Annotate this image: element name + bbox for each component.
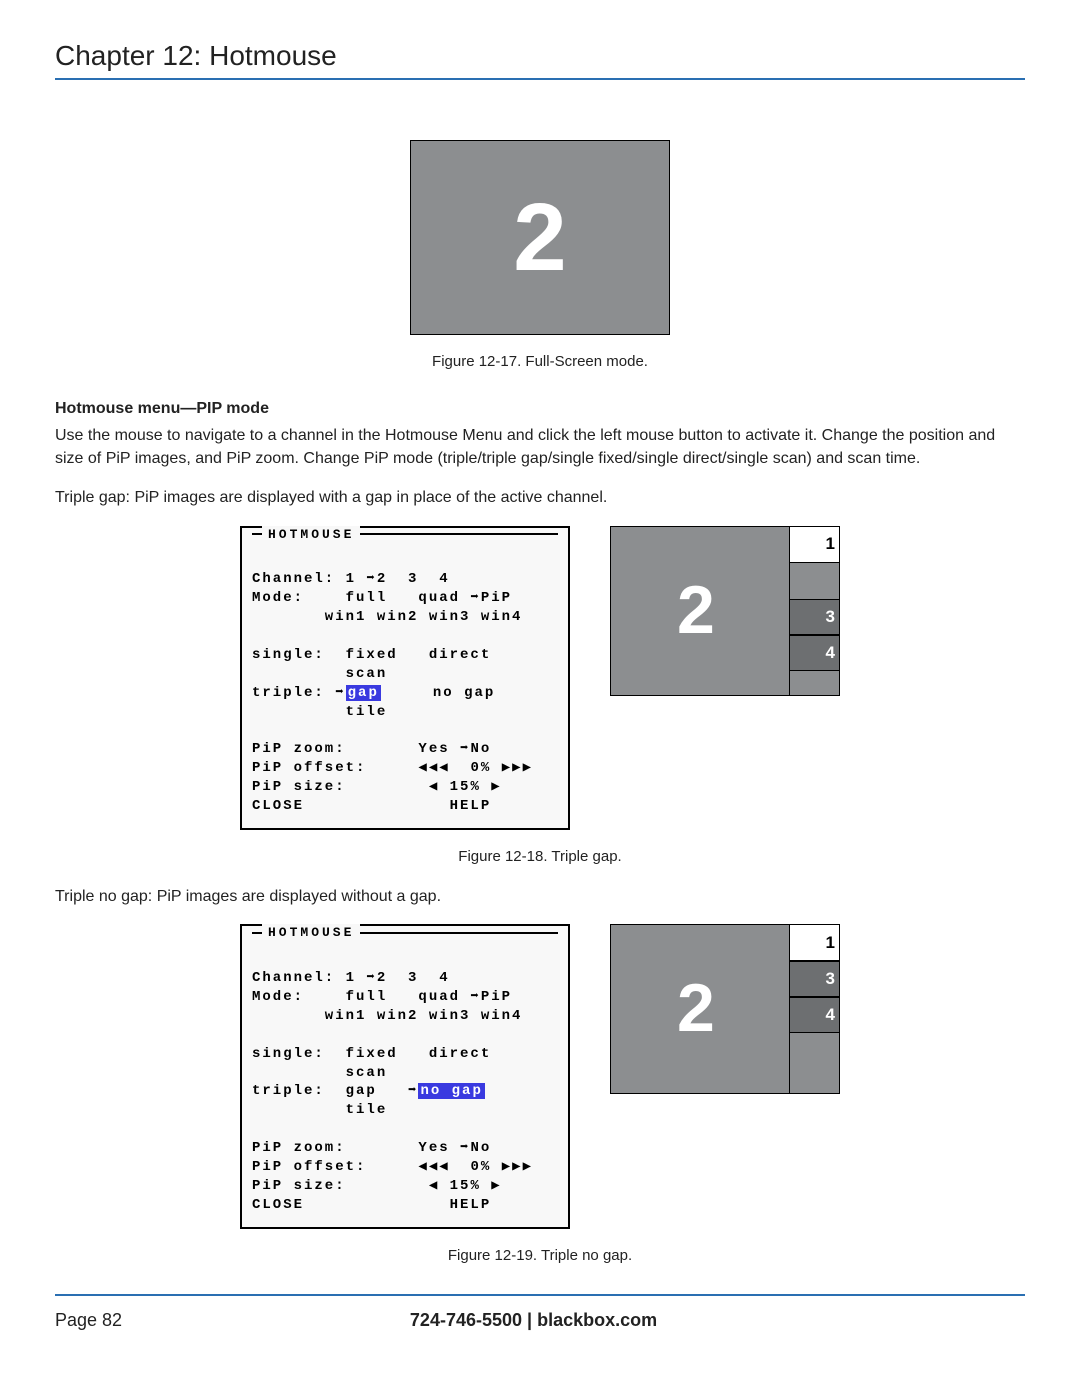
osd-zoom-row[interactable]: PiP zoom: Yes ➡No — [252, 741, 491, 757]
pip-thumb-3: 3 — [789, 599, 839, 635]
pip-thumb-4: 4 — [789, 635, 839, 671]
footer-rule — [55, 1294, 1025, 1296]
osd-wins-row[interactable]: win1 win2 win3 win4 — [252, 1008, 522, 1024]
hotmouse-osd-triple-gap: HOTMOUSE Channel: 1 ➡2 3 4 Mode: full qu… — [240, 526, 570, 830]
osd-offset-row[interactable]: PiP offset: ◀◀◀ 0% ▶▶▶ — [252, 760, 533, 776]
osd-single-row2[interactable]: scan — [252, 666, 387, 682]
footer-phone: 724-746-5500 — [410, 1310, 522, 1330]
figure-19-row: HOTMOUSE Channel: 1 ➡2 3 4 Mode: full qu… — [55, 924, 1025, 1228]
figure-caption-19: Figure 12-19. Triple no gap. — [55, 1247, 1025, 1264]
osd-legend: HOTMOUSE — [262, 526, 360, 544]
page-footer: Page 82 724-746-5500 | blackbox.com — [55, 1310, 1025, 1331]
osd-single-row1[interactable]: single: fixed direct — [252, 1046, 491, 1062]
figure-caption-17: Figure 12-17. Full-Screen mode. — [432, 353, 648, 370]
osd-mode-row[interactable]: Mode: full quad ➡PiP — [252, 590, 512, 606]
title-rule — [55, 78, 1025, 80]
figure-18-row: HOTMOUSE Channel: 1 ➡2 3 4 Mode: full qu… — [55, 526, 1025, 830]
osd-tile-row[interactable]: tile — [252, 1102, 387, 1118]
osd-legend: HOTMOUSE — [262, 924, 360, 942]
footer-site: blackbox.com — [537, 1310, 657, 1330]
pip-thumb-4: 4 — [789, 997, 839, 1033]
osd-mode-row[interactable]: Mode: full quad ➡PiP — [252, 989, 512, 1005]
pip-thumb-1: 1 — [789, 527, 839, 563]
para-triple-nogap: Triple no gap: PiP images are displayed … — [55, 885, 1025, 908]
preview-triple-gap: 2 1 3 4 — [610, 526, 840, 696]
hotmouse-osd-triple-nogap: HOTMOUSE Channel: 1 ➡2 3 4 Mode: full qu… — [240, 924, 570, 1228]
osd-size-row[interactable]: PiP size: ◀ 15% ▶ — [252, 1178, 502, 1194]
figure-caption-18: Figure 12-18. Triple gap. — [55, 848, 1025, 865]
osd-wins-row[interactable]: win1 win2 win3 win4 — [252, 609, 522, 625]
footer-sep: | — [522, 1310, 537, 1330]
osd-single-row2[interactable]: scan — [252, 1065, 387, 1081]
preview-main-number: 2 — [677, 571, 715, 649]
osd-channel-row[interactable]: Channel: 1 ➡2 3 4 — [252, 970, 450, 986]
preview-triple-nogap: 2 1 3 4 — [610, 924, 840, 1094]
pip-para-1: Use the mouse to navigate to a channel i… — [55, 424, 1025, 470]
chapter-title: Chapter 12: Hotmouse — [55, 40, 1025, 72]
osd-triple-gap-selected: gap — [346, 685, 381, 701]
preview-main-number: 2 — [677, 969, 715, 1047]
pip-subhead: Hotmouse menu—PIP mode — [55, 400, 1025, 418]
page-number: Page 82 — [55, 1310, 122, 1331]
osd-triple-row[interactable]: triple: ➡gap no gap — [252, 685, 495, 701]
fullscreen-preview: 2 — [410, 140, 670, 335]
osd-close-help-row[interactable]: CLOSE HELP — [252, 1197, 491, 1213]
pip-gap — [789, 563, 839, 599]
osd-size-row[interactable]: PiP size: ◀ 15% ▶ — [252, 779, 502, 795]
figure-fullscreen: 2 Figure 12-17. Full-Screen mode. — [55, 140, 1025, 370]
osd-zoom-row[interactable]: PiP zoom: Yes ➡No — [252, 1140, 491, 1156]
osd-tile-row[interactable]: tile — [252, 704, 387, 720]
osd-channel-row[interactable]: Channel: 1 ➡2 3 4 — [252, 571, 450, 587]
osd-offset-row[interactable]: PiP offset: ◀◀◀ 0% ▶▶▶ — [252, 1159, 533, 1175]
fullscreen-number: 2 — [513, 183, 566, 293]
osd-triple-row[interactable]: triple: gap ➡no gap — [252, 1083, 485, 1099]
pip-thumb-1: 1 — [789, 925, 839, 961]
osd-triple-nogap-selected: no gap — [418, 1083, 484, 1099]
pip-thumb-3: 3 — [789, 961, 839, 997]
osd-single-row1[interactable]: single: fixed direct — [252, 647, 491, 663]
pip-para-2: Triple gap: PiP images are displayed wit… — [55, 486, 1025, 509]
osd-close-help-row[interactable]: CLOSE HELP — [252, 798, 491, 814]
